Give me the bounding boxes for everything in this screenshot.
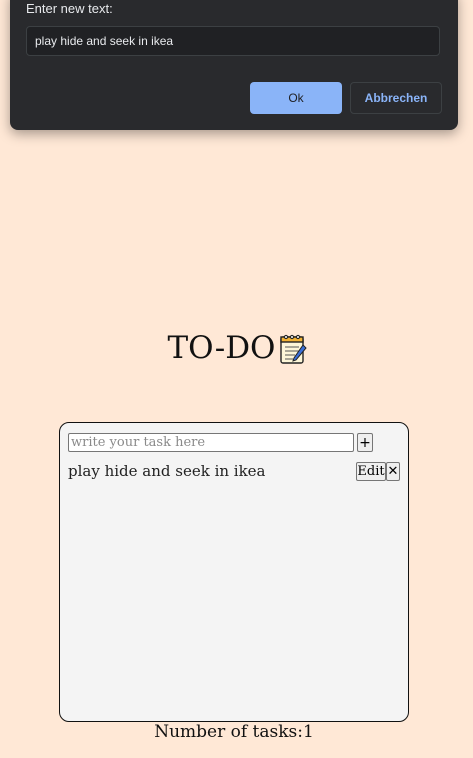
task-count: Number of tasks:1 [154,722,314,742]
add-task-button[interactable]: + [357,433,373,452]
prompt-label: Enter new text: [26,1,113,16]
page-title: TO-DO [0,330,473,366]
ok-button[interactable]: Ok [250,82,342,114]
title-text: TO-DO [167,330,276,366]
todo-container: + play hide and seek in ikea Edit ✕ [59,422,409,722]
edit-task-button[interactable]: Edit [356,462,386,481]
delete-task-button[interactable]: ✕ [386,462,400,481]
prompt-text-input[interactable] [26,26,440,56]
task-text: play hide and seek in ikea [68,462,266,480]
task-item: play hide and seek in ikea Edit ✕ [68,461,400,483]
task-input[interactable] [68,433,354,452]
notepad-icon [279,333,308,364]
cancel-button[interactable]: Abbrechen [350,82,442,114]
prompt-dialog: Enter new text: Ok Abbrechen [10,0,458,130]
